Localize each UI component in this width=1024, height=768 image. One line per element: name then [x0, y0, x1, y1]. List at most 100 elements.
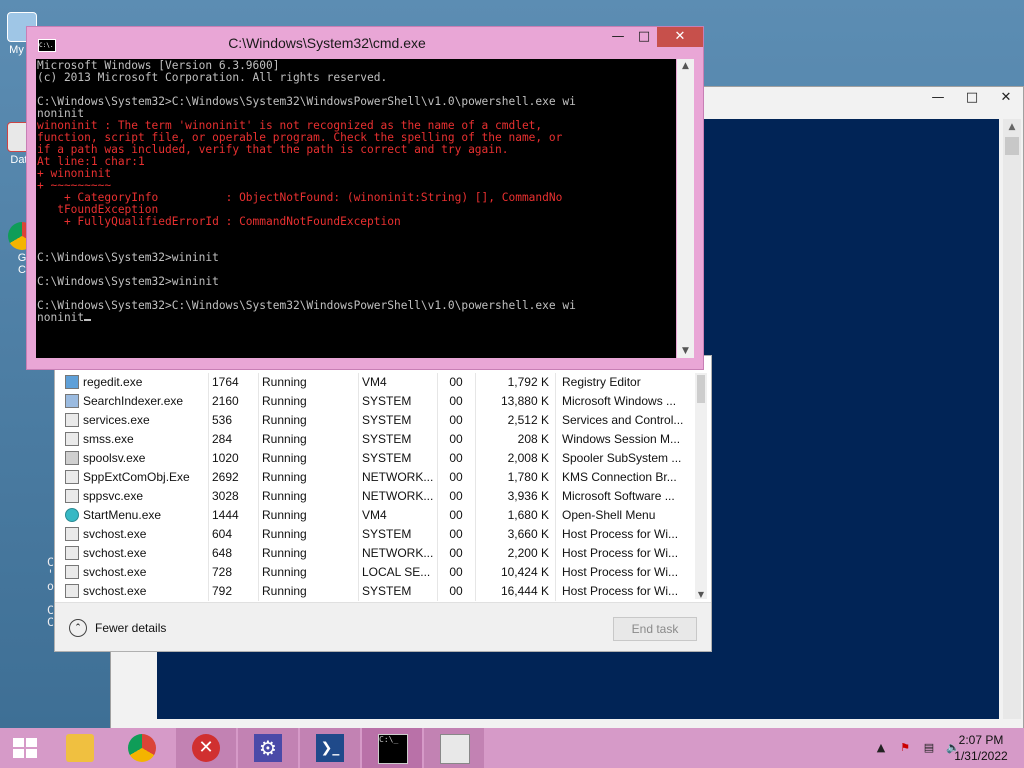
console-line-text: C:\Windows\System32>C:\Windows\System32\…: [37, 299, 576, 312]
action-center-flag-icon[interactable]: ⚑: [898, 741, 912, 755]
console-line-text: (c) 2013 Microsoft Corporation. All righ…: [37, 71, 388, 84]
cell-pid: 1444: [212, 508, 239, 522]
cmd-icon: C:\_: [378, 734, 408, 764]
windows-logo-icon: [13, 738, 37, 758]
table-row[interactable]: SearchIndexer.exe 2160 Running SYSTEM 00 13,8…: [59, 392, 689, 411]
cell-user: SYSTEM: [362, 584, 412, 598]
console-line: C:\Windows\System32>wininit: [37, 252, 576, 264]
clock[interactable]: 2:07 PM 1/31/2022: [946, 732, 1016, 764]
console-line: + FullyQualifiedErrorId : CommandNotFoun…: [37, 216, 576, 228]
console-line: C:\Windows\System32>C:\Windows\System32\…: [37, 96, 576, 108]
taskbar-cmd[interactable]: C:\_: [362, 728, 422, 768]
table-row[interactable]: svchost.exe 792 Running SYSTEM 00 16,444 K Hos…: [59, 582, 689, 601]
fewer-details-button[interactable]: ⌃ Fewer details: [69, 618, 166, 638]
console-line: C:\Windows\System32>wininit: [37, 276, 576, 288]
cmd-output: Microsoft Windows [Version 6.3.9600] (c) …: [37, 60, 576, 324]
table-row[interactable]: svchost.exe 604 Running SYSTEM 00 3,660 K Host…: [59, 525, 689, 544]
cell-cpu: 00: [449, 489, 463, 503]
cell-cpu: 00: [449, 508, 463, 522]
cell-desc: Windows Session M...: [562, 432, 681, 446]
taskbar-powershell[interactable]: ❯_: [300, 728, 360, 768]
process-icon: [65, 432, 79, 446]
taskbar-chrome[interactable]: [112, 728, 172, 768]
scroll-up-arrow-icon[interactable]: ▲: [1003, 119, 1021, 135]
folder-icon: [66, 734, 94, 762]
process-table: regedit.exe 1764 Running VM4 00 1,792 K Regist…: [59, 373, 689, 601]
system-tray: ▲ ⚑ ▤ 🔈 2:07 PM 1/31/2022: [824, 728, 1024, 768]
cell-name: svchost.exe: [83, 546, 147, 560]
chevron-up-icon[interactable]: ▲: [874, 741, 888, 755]
cell-pid: 648: [212, 546, 233, 560]
cell-pid: 284: [212, 432, 233, 446]
cell-cpu: 00: [449, 527, 463, 541]
cell-user: NETWORK...: [362, 489, 434, 503]
table-row[interactable]: services.exe 536 Running SYSTEM 00 2,512 K Ser…: [59, 411, 689, 430]
cell-status: Running: [262, 413, 307, 427]
taskbar-error-app[interactable]: ✕: [176, 728, 236, 768]
console-line: noninit: [37, 312, 576, 324]
cell-status: Running: [262, 432, 307, 446]
start-button[interactable]: [0, 728, 50, 768]
search-indexer-icon: [65, 394, 79, 408]
cell-pid: 2692: [212, 470, 239, 484]
network-icon[interactable]: ▤: [922, 741, 936, 755]
table-row[interactable]: smss.exe 284 Running SYSTEM 00 208 K Windows S…: [59, 430, 689, 449]
powershell-scrollbar[interactable]: ▲: [1003, 119, 1021, 719]
cell-pid: 728: [212, 565, 233, 579]
scroll-thumb[interactable]: [697, 375, 705, 403]
table-row[interactable]: spoolsv.exe 1020 Running SYSTEM 00 2,008 K Spo…: [59, 449, 689, 468]
cell-user: NETWORK...: [362, 470, 434, 484]
maximize-button[interactable]: □: [955, 87, 989, 109]
cell-mem: 2,008 K: [507, 451, 549, 465]
console-line-text: + FullyQualifiedErrorId : CommandNotFoun…: [37, 215, 401, 228]
cmd-titlebar[interactable]: C:\. C:\Windows\System32\cmd.exe — □ ✕: [27, 27, 703, 59]
gear-icon: ⚙: [254, 734, 282, 762]
end-task-button[interactable]: End task: [613, 617, 697, 641]
window-title: C:\Windows\System32\cmd.exe: [228, 35, 426, 51]
cell-name: smss.exe: [83, 432, 134, 446]
cell-desc: Host Process for Wi...: [562, 565, 679, 579]
cell-mem: 3,660 K: [507, 527, 549, 541]
minimize-button[interactable]: —: [921, 87, 955, 109]
table-row[interactable]: sppsvc.exe 3028 Running NETWORK... 00 3,936 K…: [59, 487, 689, 506]
cell-desc: Registry Editor: [562, 375, 641, 389]
close-button[interactable]: ✕: [657, 27, 703, 47]
cell-mem: 208 K: [517, 432, 549, 446]
cell-name: services.exe: [83, 413, 150, 427]
cell-pid: 1764: [212, 375, 239, 389]
cell-cpu: 00: [449, 546, 463, 560]
table-row[interactable]: SppExtComObj.Exe 2692 Running NETWORK... 00 1…: [59, 468, 689, 487]
cell-name: SearchIndexer.exe: [83, 394, 184, 408]
scroll-up-arrow-icon[interactable]: ▲: [677, 61, 694, 71]
process-table-scrollbar[interactable]: ▼: [695, 373, 707, 599]
fewer-details-label: Fewer details: [95, 621, 167, 635]
cmd-scrollbar[interactable]: ▲ ▼: [677, 59, 694, 358]
table-row[interactable]: svchost.exe 728 Running LOCAL SE... 00 10,424…: [59, 563, 689, 582]
scroll-thumb[interactable]: [1005, 137, 1019, 155]
table-row[interactable]: regedit.exe 1764 Running VM4 00 1,792 K Regist…: [59, 373, 689, 392]
cell-mem: 3,936 K: [507, 489, 549, 503]
cell-status: Running: [262, 489, 307, 503]
task-manager-window[interactable]: regedit.exe 1764 Running VM4 00 1,792 K Regist…: [54, 355, 712, 652]
table-row[interactable]: svchost.exe 648 Running NETWORK... 00 2,200 K…: [59, 544, 689, 563]
cell-status: Running: [262, 508, 307, 522]
clock-time: 2:07 PM: [958, 733, 1004, 747]
cmd-console[interactable]: Microsoft Windows [Version 6.3.9600] (c) …: [36, 59, 676, 358]
cell-name: svchost.exe: [83, 565, 147, 579]
console-line-text: C:\Windows\System32>wininit: [37, 251, 219, 264]
console-line: (c) 2013 Microsoft Corporation. All righ…: [37, 72, 576, 84]
taskbar-task-manager[interactable]: [424, 728, 484, 768]
maximize-button[interactable]: □: [631, 27, 657, 47]
process-icon: [65, 546, 79, 560]
scroll-down-arrow-icon[interactable]: ▼: [677, 346, 694, 356]
close-button[interactable]: ✕: [989, 87, 1023, 109]
table-row[interactable]: StartMenu.exe 1444 Running VM4 00 1,680 K Open…: [59, 506, 689, 525]
console-line-text: noninit: [37, 311, 85, 324]
cmd-window[interactable]: C:\. C:\Windows\System32\cmd.exe — □ ✕ M…: [26, 26, 704, 370]
scroll-down-arrow-icon[interactable]: ▼: [695, 590, 707, 599]
cell-mem: 1,680 K: [507, 508, 549, 522]
minimize-button[interactable]: —: [605, 27, 631, 47]
taskbar-file-explorer[interactable]: [50, 728, 110, 768]
taskbar-settings[interactable]: ⚙: [238, 728, 298, 768]
cell-cpu: 00: [449, 451, 463, 465]
